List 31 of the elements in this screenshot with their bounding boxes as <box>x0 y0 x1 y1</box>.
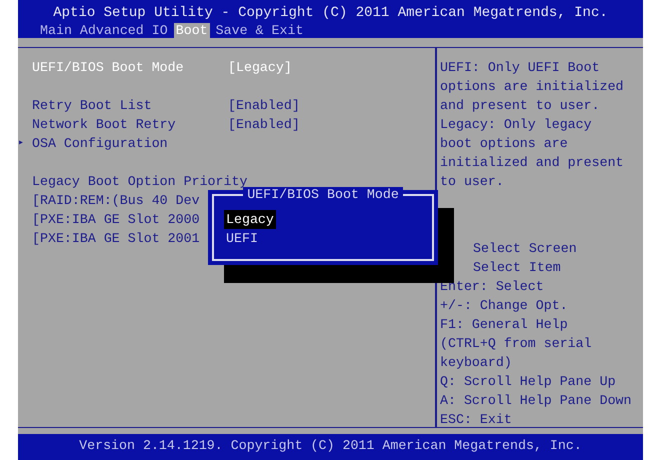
key-hint: Enter: Select <box>440 279 544 294</box>
key-hint: +/-: Change Opt. <box>440 298 568 313</box>
key-hint: Select Screen <box>473 241 577 256</box>
key-hint: F1: General Help <box>440 317 568 332</box>
menu-tab[interactable]: Main <box>38 23 74 38</box>
setting-value[interactable]: [Enabled] <box>228 115 300 134</box>
menu-tab[interactable]: Save & Exit <box>214 23 306 38</box>
key-hint: ESC: Exit <box>440 412 512 427</box>
key-hint: keyboard) <box>440 355 512 370</box>
popup-option[interactable]: UEFI <box>224 229 260 248</box>
popup-option[interactable]: Legacy <box>224 210 276 229</box>
key-hint: (CTRL+Q from serial <box>440 336 592 351</box>
help-text: and present to user. <box>440 97 601 115</box>
setting-label[interactable]: Retry Boot List <box>32 96 228 115</box>
help-text: initialized and present <box>440 154 625 172</box>
setting-label[interactable]: Network Boot Retry <box>32 115 228 134</box>
submenu-marker: ▸ <box>18 137 24 151</box>
menu-tab[interactable]: Advanced <box>78 23 146 38</box>
version-footer: Version 2.14.1219. Copyright (C) 2011 American Megatrends, Inc. <box>18 434 643 460</box>
key-hint: Q: Scroll Help Pane Up <box>440 374 616 389</box>
help-text: boot options are <box>440 135 569 153</box>
menu-tab[interactable]: IO <box>150 23 170 38</box>
utility-title: Aptio Setup Utility - Copyright (C) 2011 American Megatrends, Inc. <box>52 4 609 22</box>
submenu-item[interactable]: OSA Configuration <box>32 134 228 153</box>
key-hint: Select Item <box>473 260 561 275</box>
help-text: to user. <box>440 173 505 191</box>
help-text: Legacy: Only legacy <box>440 116 593 134</box>
key-hint: A: Scroll Help Pane Down <box>440 393 632 408</box>
help-text: options are initialized <box>440 78 625 96</box>
help-text: UEFI: Only UEFI Boot <box>440 59 601 77</box>
setting-value[interactable]: [Enabled] <box>228 96 300 115</box>
